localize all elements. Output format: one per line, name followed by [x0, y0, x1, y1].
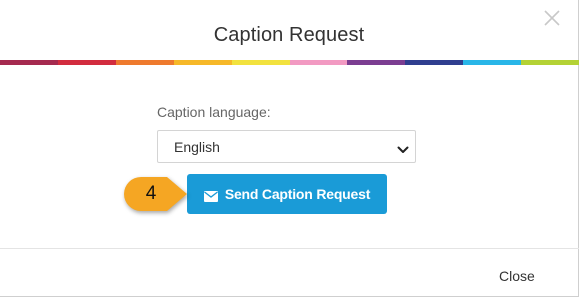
close-x-icon[interactable] — [541, 7, 563, 29]
caption-language-label: Caption language: — [157, 104, 271, 120]
send-caption-request-label: Send Caption Request — [224, 186, 371, 202]
caption-language-select[interactable]: English — [157, 130, 416, 163]
send-caption-request-button[interactable]: Send Caption Request — [187, 174, 387, 214]
chevron-down-icon — [397, 142, 409, 153]
dialog-body: Caption language: English Send Caption R… — [0, 65, 578, 248]
dialog-header: Caption Request — [0, 0, 578, 60]
step-number: 4 — [145, 183, 157, 204]
close-button[interactable]: Close — [499, 268, 535, 284]
footer-divider — [0, 248, 579, 249]
envelope-icon — [203, 189, 218, 202]
dialog-title: Caption Request — [213, 24, 365, 46]
caption-language-value: English — [174, 139, 220, 155]
caption-request-dialog: Caption Request Caption language: Englis… — [0, 0, 579, 297]
